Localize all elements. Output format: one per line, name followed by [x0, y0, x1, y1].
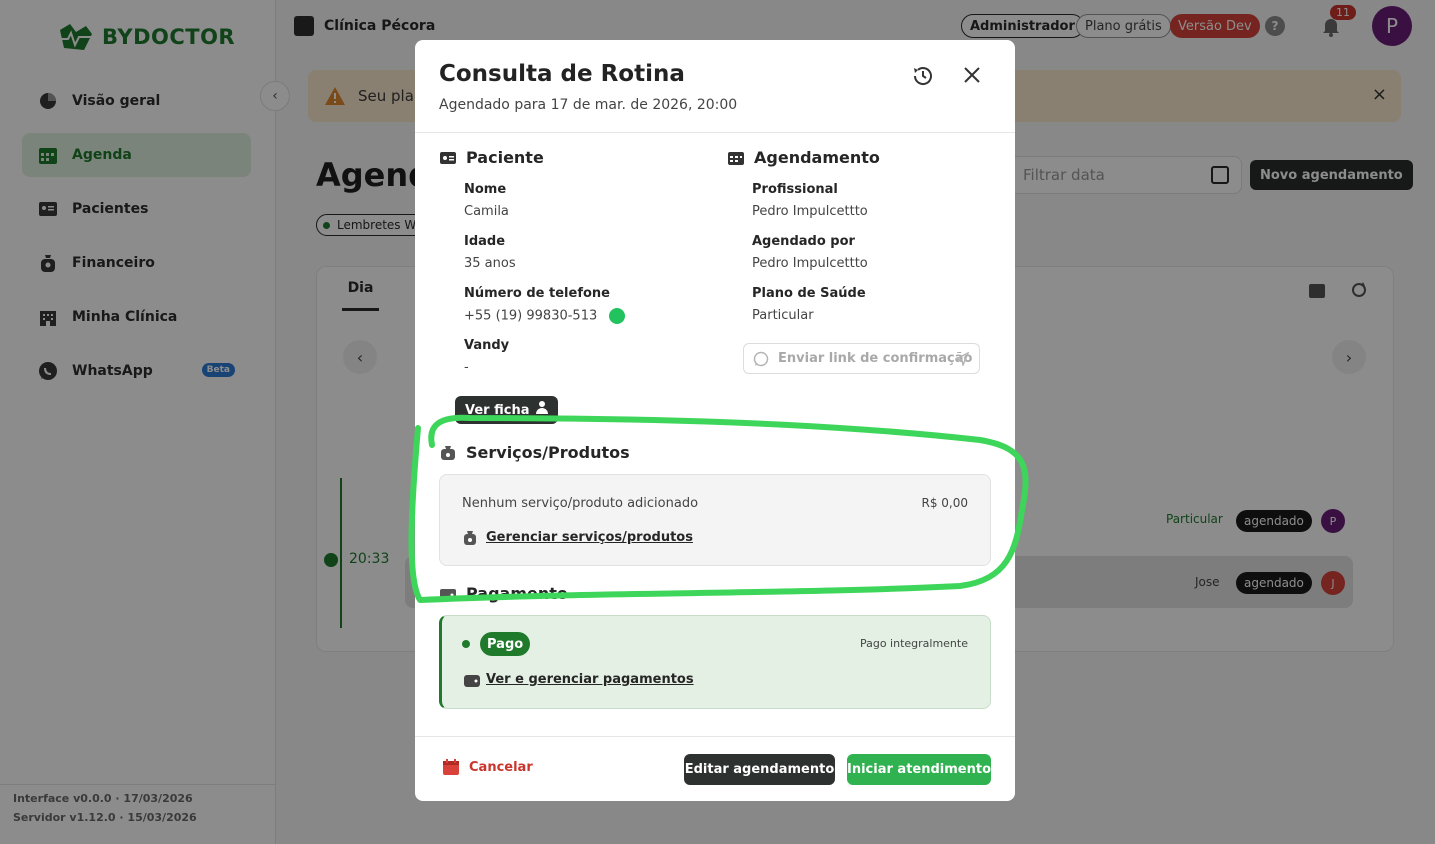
scheduled-by-label: Agendado por	[752, 234, 855, 249]
modal-title: Consulta de Rotina	[439, 61, 685, 87]
history-icon[interactable]	[911, 64, 935, 88]
view-record-label: Ver ficha	[465, 402, 530, 418]
user-icon	[536, 401, 548, 414]
send-confirmation-label: Enviar link de confirmação	[778, 351, 973, 366]
manage-services-link[interactable]: Gerenciar serviços/produtos	[486, 530, 693, 545]
send-icon	[955, 352, 969, 366]
id-card-icon	[440, 151, 456, 164]
bag-icon	[464, 531, 476, 545]
cancel-label: Cancelar	[469, 759, 533, 775]
services-total: R$ 0,00	[921, 496, 968, 510]
cancel-appointment-button[interactable]: Cancelar	[443, 759, 533, 775]
payment-detail: Pago integralmente	[859, 637, 968, 650]
manage-payments-link[interactable]: Ver e gerenciar pagamentos	[486, 672, 694, 687]
calendar-cancel-icon	[443, 759, 459, 775]
services-box: Nenhum serviço/produto adicionado R$ 0,0…	[439, 474, 991, 566]
calendar-icon	[728, 151, 744, 165]
schedule-heading: Agendamento	[754, 148, 880, 167]
professional-value: Pedro Impulcettto	[752, 204, 868, 219]
vandy-value: -	[464, 360, 469, 375]
name-label: Nome	[464, 182, 507, 197]
name-value: Camila	[464, 204, 509, 219]
services-heading: Serviços/Produtos	[466, 443, 630, 462]
age-value: 35 anos	[464, 256, 516, 271]
whatsapp-icon[interactable]	[609, 308, 626, 324]
modal-subtitle: Agendado para 17 de mar. de 2026, 20:00	[439, 97, 738, 113]
age-label: Idade	[464, 234, 506, 249]
whatsapp-icon	[753, 351, 769, 367]
health-plan-value: Particular	[752, 308, 814, 323]
professional-label: Profissional	[752, 182, 838, 197]
phone-number: +55 (19) 99830-513	[464, 308, 598, 324]
start-appointment-button[interactable]: Iniciar atendimento	[847, 754, 991, 785]
divider	[415, 736, 1015, 737]
payment-section-heading: Pagamento	[440, 584, 568, 603]
schedule-section-heading: Agendamento	[728, 148, 880, 167]
close-icon[interactable]	[961, 64, 983, 86]
appointment-modal: Consulta de Rotina Agendado para 17 de m…	[415, 40, 1015, 801]
bag-icon	[441, 445, 455, 460]
vandy-label: Vandy	[464, 338, 510, 353]
divider	[415, 132, 1015, 133]
services-empty-text: Nenhum serviço/produto adicionado	[462, 496, 699, 511]
health-plan-label: Plano de Saúde	[752, 286, 866, 301]
scheduled-by-value: Pedro Impulcettto	[752, 256, 868, 271]
patient-section-heading: Paciente	[440, 148, 544, 167]
status-dot	[462, 640, 470, 648]
view-record-button[interactable]: Ver ficha	[455, 396, 558, 424]
payment-status-badge: Pago	[480, 632, 531, 656]
services-section-heading: Serviços/Produtos	[440, 443, 630, 462]
edit-appointment-button[interactable]: Editar agendamento	[684, 754, 835, 785]
send-confirmation-link-button[interactable]: Enviar link de confirmação	[743, 343, 980, 374]
wallet-icon	[440, 588, 456, 601]
payment-heading: Pagamento	[466, 584, 568, 603]
patient-heading: Paciente	[466, 148, 544, 167]
payment-box: Pago Pago integralmente Ver e gerenciar …	[439, 615, 991, 709]
phone-label: Número de telefone	[464, 286, 610, 301]
phone-value: +55 (19) 99830-513	[464, 308, 626, 324]
wallet-icon	[464, 675, 480, 687]
